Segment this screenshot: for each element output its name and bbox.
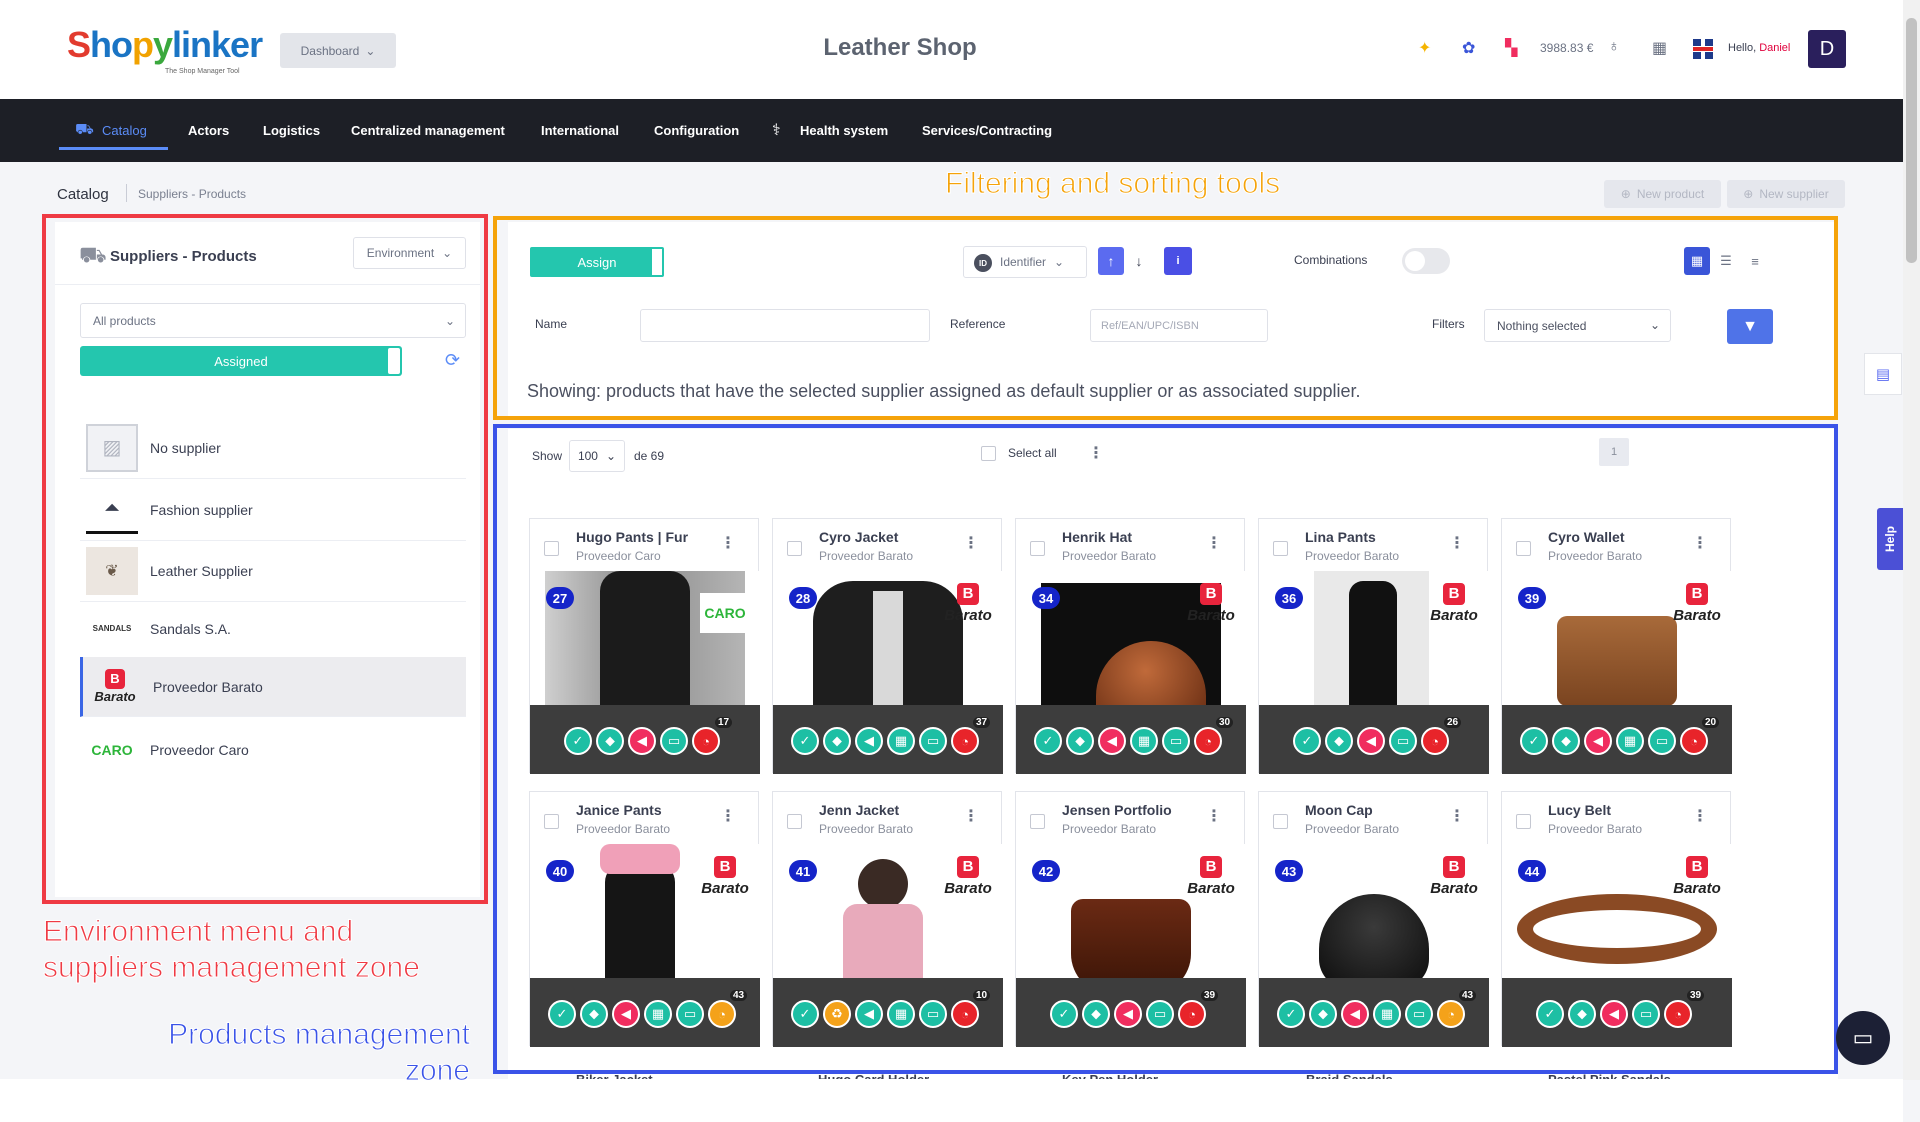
new-supplier-button[interactable]: ⊕ New supplier xyxy=(1727,180,1845,208)
filtering-zone-frame xyxy=(493,216,1838,420)
products-annotation: Products management zone xyxy=(120,1017,471,1089)
nav-configuration[interactable]: Configuration xyxy=(654,123,739,138)
logo-tagline: The Shop Manager Tool xyxy=(165,68,240,75)
shopylinker-logo[interactable]: Shopylinker The Shop Manager Tool xyxy=(55,18,265,80)
globe-icon[interactable]: ✿ xyxy=(1462,38,1475,58)
balance-value: 3988.83 € xyxy=(1540,41,1594,55)
new-product-label: New product xyxy=(1636,187,1705,201)
main-nav: ⛟ Catalog Actors Logistics Centralized m… xyxy=(0,99,1920,162)
new-product-button[interactable]: ⊕ New product xyxy=(1604,180,1721,208)
chevron-down-icon: ⌄ xyxy=(365,43,376,58)
greeting: Hello, Daniel xyxy=(1728,42,1790,54)
nav-logistics[interactable]: Logistics xyxy=(263,123,320,138)
hello-label: Hello, xyxy=(1728,42,1757,54)
uk-flag-icon[interactable] xyxy=(1693,39,1713,59)
environment-annotation-line-1: Environment menu and xyxy=(43,915,354,949)
environment-annotation-line-2: suppliers management zone xyxy=(43,951,421,985)
side-panel-icon[interactable]: ▤ xyxy=(1864,353,1902,395)
piggy-bank-icon[interactable]: ♁ xyxy=(1608,38,1620,56)
products-zone-frame xyxy=(493,424,1838,1074)
scrollbar-thumb[interactable] xyxy=(1906,18,1917,263)
nav-international[interactable]: International xyxy=(541,123,619,138)
user-name: Daniel xyxy=(1759,42,1791,54)
grid-color-icon[interactable]: ▚ xyxy=(1505,38,1517,58)
top-header: Shopylinker The Shop Manager Tool Dashbo… xyxy=(0,0,1920,99)
avatar[interactable]: D xyxy=(1808,30,1846,68)
logo-wordmark: Shopylinker xyxy=(67,24,263,65)
nav-centralized-management[interactable]: Centralized management xyxy=(351,123,505,138)
spark-icon[interactable]: ✦ xyxy=(1418,38,1431,58)
filtering-annotation: Filtering and sorting tools xyxy=(944,167,1281,201)
environment-annotation: Environment menu and suppliers managemen… xyxy=(43,914,421,986)
breadcrumb-separator xyxy=(126,184,127,202)
new-supplier-label: New supplier xyxy=(1759,187,1829,201)
products-annotation-line-2: zone xyxy=(404,1054,470,1088)
nav-actors[interactable]: Actors xyxy=(188,123,229,138)
chat-icon[interactable]: ▭ xyxy=(1836,1011,1890,1065)
nav-services-contracting[interactable]: Services/Contracting xyxy=(922,123,1052,138)
dashboard-dropdown[interactable]: Dashboard ⌄ xyxy=(280,33,396,68)
page-scrollbar[interactable] xyxy=(1903,0,1920,1080)
nav-active-indicator xyxy=(59,147,168,150)
catalog-icon: ⛟ xyxy=(75,121,94,138)
breadcrumb-current: Suppliers - Products xyxy=(138,187,247,201)
plus-icon: ⊕ xyxy=(1620,187,1631,201)
health-icon: ⚕ xyxy=(772,122,781,139)
nav-catalog[interactable]: Catalog xyxy=(102,123,147,138)
help-tab[interactable]: Help xyxy=(1877,508,1903,570)
environment-zone-frame xyxy=(42,214,488,904)
products-annotation-line-1: Products management xyxy=(168,1018,471,1052)
breadcrumb-root[interactable]: Catalog xyxy=(57,186,109,203)
help-label: Help xyxy=(1883,525,1898,553)
dashboard-label: Dashboard xyxy=(300,43,360,58)
apps-icon[interactable]: ▦ xyxy=(1652,38,1667,58)
shop-title: Leather Shop xyxy=(823,34,977,61)
plus-icon: ⊕ xyxy=(1743,187,1754,201)
nav-health-system[interactable]: Health system xyxy=(800,123,888,138)
